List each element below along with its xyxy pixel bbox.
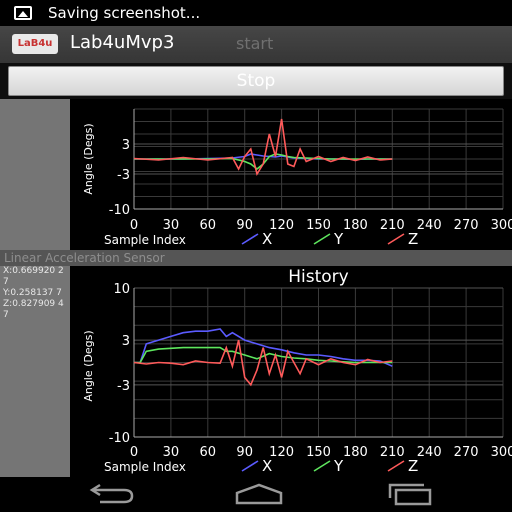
- stop-button[interactable]: Stop: [8, 66, 504, 96]
- legend-label-z: Z: [408, 230, 418, 248]
- y-axis-label: Angle (Degs): [82, 123, 95, 194]
- back-icon[interactable]: [86, 482, 136, 506]
- x-tick-label: 0: [130, 218, 138, 233]
- x-tick-label: 180: [343, 218, 368, 233]
- x-tick-label: 0: [130, 445, 138, 460]
- sensor-title: Linear Acceleration Sensor: [0, 250, 512, 266]
- x-tick-label: 300: [491, 445, 512, 460]
- x-tick-label: 120: [269, 445, 294, 460]
- home-icon[interactable]: [234, 482, 284, 506]
- app-logo: LaB4u: [12, 34, 58, 54]
- y-tick-label: 3: [122, 138, 130, 153]
- y-readout: Y:0.258137 7: [3, 288, 62, 298]
- y-tick-label: -10: [109, 431, 130, 446]
- x-tick-label: 90: [236, 445, 253, 460]
- x-readout: X:0.669920 27: [3, 266, 64, 287]
- x-tick-label: 30: [163, 218, 180, 233]
- live-angle-chart: 3 -3 -100 30 60 90 120 150 180 210 240 270 300 Angle …: [70, 99, 512, 250]
- x-tick-label: 150: [306, 218, 331, 233]
- x-tick-label: 90: [236, 218, 253, 233]
- x-tick-label: 30: [163, 445, 180, 460]
- x-tick-label: 120: [269, 218, 294, 233]
- legend-label-y: Y: [333, 457, 344, 475]
- sensor-readouts: X:0.669920 27 Y:0.258137 7 Z:0.827909 47: [3, 266, 69, 321]
- legend-label-z: Z: [408, 457, 418, 475]
- x-axis-label: Sample Index: [104, 460, 186, 474]
- y-tick-label: -3: [117, 168, 130, 183]
- status-text: Saving screenshot...: [48, 4, 201, 22]
- x-tick-label: 60: [200, 445, 217, 460]
- x-tick-label: 150: [306, 445, 331, 460]
- app-title: Lab4uMvp3: [70, 32, 175, 53]
- status-bar: Saving screenshot...: [0, 0, 512, 26]
- y-tick-label: 10: [113, 282, 130, 297]
- x-tick-label: 300: [491, 218, 512, 233]
- y-axis-label: Angle (Degs): [82, 330, 95, 401]
- x-tick-label: 60: [200, 218, 217, 233]
- x-tick-label: 270: [454, 218, 479, 233]
- legend-label-y: Y: [333, 230, 344, 248]
- recents-icon[interactable]: [386, 482, 436, 506]
- screenshot-icon: [14, 6, 32, 20]
- nav-bar: [0, 477, 512, 512]
- start-button[interactable]: start: [236, 34, 273, 53]
- y-tick-label: 3: [122, 334, 130, 349]
- legend-label-x: X: [262, 457, 272, 475]
- x-tick-label: 180: [343, 445, 368, 460]
- chart-title: History: [288, 267, 348, 287]
- x-axis-label: Sample Index: [104, 233, 186, 247]
- x-tick-label: 210: [380, 445, 405, 460]
- action-bar: LaB4u Lab4uMvp3 start: [0, 26, 512, 63]
- x-tick-label: 210: [380, 218, 405, 233]
- legend-label-x: X: [262, 230, 272, 248]
- history-chart: 10 3 -3 -100 30 60 90 120 150 180 210 240 270 300 Angl…: [70, 266, 512, 477]
- stop-bar: Stop: [0, 63, 512, 99]
- x-tick-label: 270: [454, 445, 479, 460]
- x-tick-label: 240: [417, 445, 442, 460]
- z-readout: Z:0.827909 47: [3, 299, 64, 320]
- y-tick-label: -10: [109, 203, 130, 218]
- y-tick-label: -3: [117, 379, 130, 394]
- x-tick-label: 240: [417, 218, 442, 233]
